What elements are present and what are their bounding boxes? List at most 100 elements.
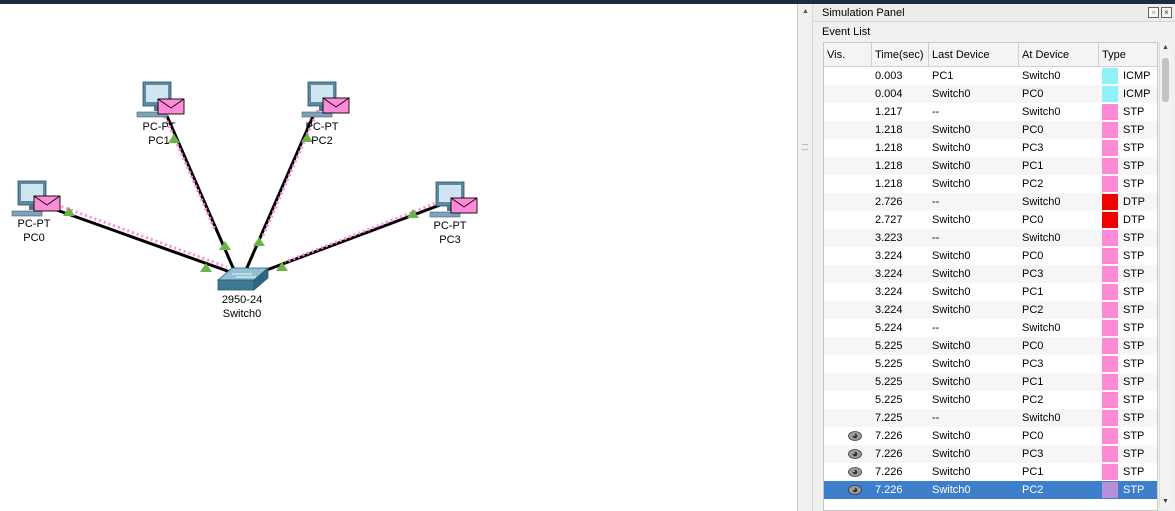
event-row[interactable]: 3.224 Switch0 PC0 STP (824, 247, 1157, 265)
event-row[interactable]: 2.726 -- Switch0 DTP (824, 193, 1157, 211)
type-color-swatch[interactable] (1102, 428, 1118, 444)
vis-cell[interactable] (824, 103, 872, 121)
event-row[interactable]: 0.003 PC1 Switch0 ICMP (824, 67, 1157, 85)
type-color-swatch[interactable] (1102, 86, 1118, 102)
type-color-swatch[interactable] (1102, 410, 1118, 426)
vis-cell[interactable] (824, 283, 872, 301)
vis-cell[interactable] (824, 139, 872, 157)
event-row[interactable]: 5.225 Switch0 PC3 STP (824, 355, 1157, 373)
type-color-swatch[interactable] (1102, 338, 1118, 354)
vis-cell[interactable] (824, 463, 872, 481)
vis-cell[interactable] (824, 373, 872, 391)
type-color-swatch[interactable] (1102, 284, 1118, 300)
event-row[interactable]: 7.226 Switch0 PC1 STP (824, 463, 1157, 481)
vis-cell[interactable] (824, 337, 872, 355)
event-row[interactable]: 5.225 Switch0 PC2 STP (824, 391, 1157, 409)
event-row[interactable]: 2.727 Switch0 PC0 DTP (824, 211, 1157, 229)
type-color-swatch[interactable] (1102, 356, 1118, 372)
event-row[interactable]: 1.218 Switch0 PC3 STP (824, 139, 1157, 157)
type-color-swatch[interactable] (1102, 176, 1118, 192)
splitter-grip[interactable] (802, 144, 808, 150)
close-icon[interactable]: × (1161, 7, 1172, 18)
event-row[interactable]: 0.004 Switch0 PC0 ICMP (824, 85, 1157, 103)
pdu-envelope-icon[interactable] (322, 97, 350, 114)
type-color-swatch[interactable] (1102, 464, 1118, 480)
vis-cell[interactable] (824, 247, 872, 265)
vis-cell[interactable] (824, 409, 872, 427)
event-row[interactable]: 7.226 Switch0 PC0 STP (824, 427, 1157, 445)
vis-cell[interactable] (824, 265, 872, 283)
event-list-table[interactable]: Vis. Time(sec) Last Device At Device Typ… (823, 42, 1158, 511)
type-color-swatch[interactable] (1102, 482, 1118, 498)
vis-cell[interactable] (824, 67, 872, 85)
type-color-swatch[interactable] (1102, 248, 1118, 264)
eye-icon[interactable] (848, 431, 862, 441)
vis-cell[interactable] (824, 427, 872, 445)
vis-cell[interactable] (824, 445, 872, 463)
event-row[interactable]: 1.217 -- Switch0 STP (824, 103, 1157, 121)
type-color-swatch[interactable] (1102, 302, 1118, 318)
type-color-swatch[interactable] (1102, 104, 1118, 120)
event-row-selected[interactable]: 7.226 Switch0 PC2 STP (824, 481, 1157, 499)
column-header-vis[interactable]: Vis. (824, 43, 872, 66)
vis-cell[interactable] (824, 391, 872, 409)
eye-icon[interactable] (848, 467, 862, 477)
event-row[interactable]: 5.225 Switch0 PC1 STP (824, 373, 1157, 391)
type-color-swatch[interactable] (1102, 140, 1118, 156)
vis-cell[interactable] (824, 481, 872, 499)
event-row[interactable]: 3.224 Switch0 PC1 STP (824, 283, 1157, 301)
vis-cell[interactable] (824, 157, 872, 175)
type-color-swatch[interactable] (1102, 230, 1118, 246)
pdu-envelope-icon[interactable] (33, 195, 61, 212)
at-device-cell: PC2 (1022, 304, 1044, 316)
type-color-swatch[interactable] (1102, 392, 1118, 408)
event-row[interactable]: 7.225 -- Switch0 STP (824, 409, 1157, 427)
vis-cell[interactable] (824, 301, 872, 319)
scrollbar-thumb[interactable] (1162, 58, 1169, 102)
logical-workspace[interactable]: PC-PT PC0 PC-PT PC1 PC-PT PC2 PC-PT PC3 … (0, 4, 797, 511)
scroll-up-arrow-icon[interactable]: ▲ (1162, 44, 1169, 51)
pdu-envelope-icon[interactable] (157, 98, 185, 115)
vis-cell[interactable] (824, 211, 872, 229)
event-row[interactable]: 3.224 Switch0 PC3 STP (824, 265, 1157, 283)
type-color-swatch[interactable] (1102, 212, 1118, 228)
vis-cell[interactable] (824, 229, 872, 247)
event-row[interactable]: 1.218 Switch0 PC0 STP (824, 121, 1157, 139)
vis-cell[interactable] (824, 85, 872, 103)
eye-icon[interactable] (848, 449, 862, 459)
last-device-cell: Switch0 (932, 466, 971, 478)
event-row[interactable]: 1.218 Switch0 PC2 STP (824, 175, 1157, 193)
column-header-time[interactable]: Time(sec) (872, 43, 929, 66)
event-list-scrollbar[interactable]: ▲ ▼ (1159, 42, 1171, 507)
event-row[interactable]: 1.218 Switch0 PC1 STP (824, 157, 1157, 175)
type-color-swatch[interactable] (1102, 320, 1118, 336)
event-row[interactable]: 5.224 -- Switch0 STP (824, 319, 1157, 337)
type-color-swatch[interactable] (1102, 68, 1118, 84)
eye-icon[interactable] (848, 485, 862, 495)
type-color-swatch[interactable] (1102, 122, 1118, 138)
column-header-last-device[interactable]: Last Device (929, 43, 1019, 66)
event-row[interactable]: 7.226 Switch0 PC3 STP (824, 445, 1157, 463)
vis-cell[interactable] (824, 193, 872, 211)
column-header-at-device[interactable]: At Device (1019, 43, 1099, 66)
type-color-swatch[interactable] (1102, 158, 1118, 174)
type-color-swatch[interactable] (1102, 194, 1118, 210)
panel-splitter[interactable]: ▲ (797, 4, 813, 511)
restore-icon[interactable]: ▫ (1148, 7, 1159, 18)
event-row[interactable]: 5.225 Switch0 PC0 STP (824, 337, 1157, 355)
vis-cell[interactable] (824, 355, 872, 373)
vis-cell[interactable] (824, 121, 872, 139)
type-color-swatch[interactable] (1102, 446, 1118, 462)
scroll-down-arrow-icon[interactable]: ▼ (1162, 498, 1169, 505)
collapse-arrow-icon[interactable]: ▲ (802, 8, 809, 15)
event-row[interactable]: 3.223 -- Switch0 STP (824, 229, 1157, 247)
type-color-swatch[interactable] (1102, 374, 1118, 390)
event-row[interactable]: 3.224 Switch0 PC2 STP (824, 301, 1157, 319)
type-color-swatch[interactable] (1102, 266, 1118, 282)
pdu-envelope-icon[interactable] (450, 197, 478, 214)
vis-cell[interactable] (824, 175, 872, 193)
topology-canvas[interactable] (0, 4, 797, 511)
last-device-cell: Switch0 (932, 124, 971, 136)
column-header-type[interactable]: Type (1099, 43, 1157, 66)
vis-cell[interactable] (824, 319, 872, 337)
